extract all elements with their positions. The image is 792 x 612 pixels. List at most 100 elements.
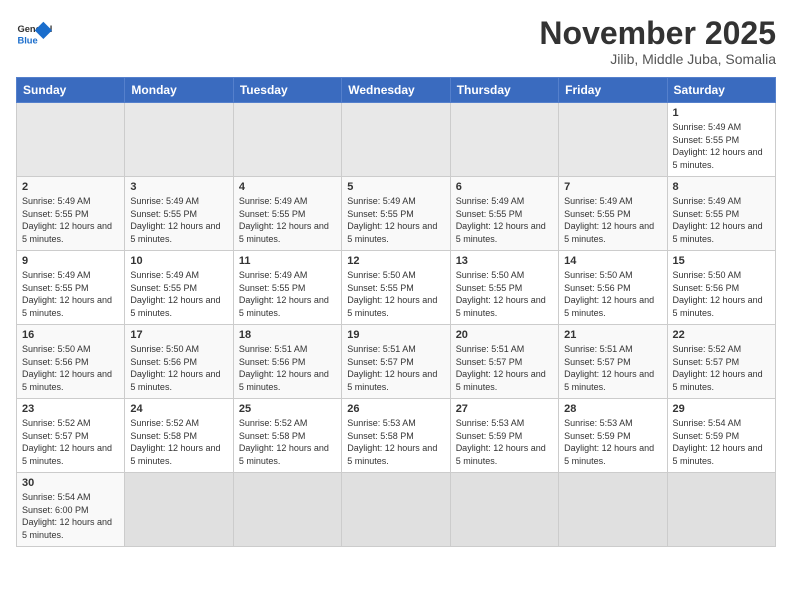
col-header-thursday: Thursday [450,78,558,103]
calendar-cell [342,103,450,177]
day-number: 30 [22,477,119,489]
day-number: 18 [239,329,336,341]
day-info: Sunrise: 5:53 AM Sunset: 5:59 PM Dayligh… [456,417,553,467]
col-header-saturday: Saturday [667,78,775,103]
calendar-header-row: SundayMondayTuesdayWednesdayThursdayFrid… [17,78,776,103]
day-number: 29 [673,403,770,415]
calendar-cell: 21Sunrise: 5:51 AM Sunset: 5:57 PM Dayli… [559,325,667,399]
day-number: 11 [239,255,336,267]
calendar-cell: 22Sunrise: 5:52 AM Sunset: 5:57 PM Dayli… [667,325,775,399]
calendar-cell [450,103,558,177]
svg-text:Blue: Blue [17,35,37,45]
calendar-cell: 7Sunrise: 5:49 AM Sunset: 5:55 PM Daylig… [559,177,667,251]
day-number: 9 [22,255,119,267]
calendar-week-row: 1Sunrise: 5:49 AM Sunset: 5:55 PM Daylig… [17,103,776,177]
calendar-cell: 13Sunrise: 5:50 AM Sunset: 5:55 PM Dayli… [450,251,558,325]
day-number: 10 [130,255,227,267]
day-info: Sunrise: 5:51 AM Sunset: 5:57 PM Dayligh… [456,343,553,393]
day-number: 3 [130,181,227,193]
calendar-cell: 18Sunrise: 5:51 AM Sunset: 5:56 PM Dayli… [233,325,341,399]
day-number: 5 [347,181,444,193]
calendar-cell: 9Sunrise: 5:49 AM Sunset: 5:55 PM Daylig… [17,251,125,325]
day-number: 17 [130,329,227,341]
calendar-week-row: 2 Sunrise: 5:49 AM Sunset: 5:55 PM Daylig… [17,177,776,251]
calendar-cell: 28 Sunrise: 5:53 AM Sunset: 5:59 PM Dayli… [559,399,667,473]
logo: General Blue [16,16,52,52]
calendar-cell: 6 Sunrise: 5:49 AM Sunset: 5:55 PM Daylig… [450,177,558,251]
calendar-subtitle: Jilib, Middle Juba, Somalia [539,51,776,67]
day-number: 6 [456,181,553,193]
day-info: Sunrise: 5:49 AM Sunset: 5:55 PM Dayligh… [22,195,119,245]
day-number: 24 [130,403,227,415]
day-number: 13 [456,255,553,267]
calendar-cell [559,103,667,177]
day-info: Sunrise: 5:54 AM Sunset: 6:00 PM Dayligh… [22,491,119,541]
calendar-cell: 17Sunrise: 5:50 AM Sunset: 5:56 PM Dayli… [125,325,233,399]
col-header-sunday: Sunday [17,78,125,103]
day-info: Sunrise: 5:49 AM Sunset: 5:55 PM Dayligh… [456,195,553,245]
page-header: General Blue November 2025 Jilib, Middle… [16,16,776,67]
day-number: 2 [22,181,119,193]
logo-icon: General Blue [16,16,52,52]
calendar-cell: 30 Sunrise: 5:54 AM Sunset: 6:00 PM Dayli… [17,473,125,547]
day-info: Sunrise: 5:50 AM Sunset: 5:55 PM Dayligh… [347,269,444,319]
calendar-cell: 12 Sunrise: 5:50 AM Sunset: 5:55 PM Dayli… [342,251,450,325]
day-info: Sunrise: 5:50 AM Sunset: 5:56 PM Dayligh… [564,269,661,319]
calendar-week-row: 9 Sunrise: 5:49 AM Sunset: 5:55 PM Daylig… [17,251,776,325]
calendar-cell [450,473,558,547]
calendar-cell: 4 Sunrise: 5:49 AM Sunset: 5:55 PM Daylig… [233,177,341,251]
day-number: 26 [347,403,444,415]
day-info: Sunrise: 5:50 AM Sunset: 5:56 PM Dayligh… [22,343,119,393]
day-number: 7 [564,181,661,193]
calendar-cell [233,473,341,547]
day-info: Sunrise: 5:50 AM Sunset: 5:56 PM Dayligh… [673,269,770,319]
calendar-cell: 23 Sunrise: 5:52 AM Sunset: 5:57 PM Dayli… [17,399,125,473]
calendar-week-row: 23 Sunrise: 5:52 AM Sunset: 5:57 PM Dayli… [17,399,776,473]
day-number: 12 [347,255,444,267]
day-number: 1 [673,107,770,119]
day-info: Sunrise: 5:49 AM Sunset: 5:55 PM Dayligh… [673,195,770,245]
calendar-cell [667,473,775,547]
day-info: Sunrise: 5:52 AM Sunset: 5:57 PM Dayligh… [673,343,770,393]
day-number: 19 [347,329,444,341]
day-info: Sunrise: 5:49 AM Sunset: 5:55 PM Dayligh… [239,269,336,319]
calendar-cell: 5Sunrise: 5:49 AM Sunset: 5:55 PM Daylig… [342,177,450,251]
calendar-cell: 25Sunrise: 5:52 AM Sunset: 5:58 PM Dayli… [233,399,341,473]
day-info: Sunrise: 5:49 AM Sunset: 5:55 PM Dayligh… [239,195,336,245]
day-info: Sunrise: 5:54 AM Sunset: 5:59 PM Dayligh… [673,417,770,467]
calendar-cell: 27 Sunrise: 5:53 AM Sunset: 5:59 PM Dayli… [450,399,558,473]
col-header-monday: Monday [125,78,233,103]
calendar-week-row: 30 Sunrise: 5:54 AM Sunset: 6:00 PM Dayli… [17,473,776,547]
calendar-cell [342,473,450,547]
calendar-cell [233,103,341,177]
calendar-cell: 20 Sunrise: 5:51 AM Sunset: 5:57 PM Dayli… [450,325,558,399]
day-number: 16 [22,329,119,341]
day-info: Sunrise: 5:52 AM Sunset: 5:58 PM Dayligh… [130,417,227,467]
calendar-cell: 3Sunrise: 5:49 AM Sunset: 5:55 PM Daylig… [125,177,233,251]
calendar-cell: 19Sunrise: 5:51 AM Sunset: 5:57 PM Dayli… [342,325,450,399]
calendar-cell [17,103,125,177]
calendar-cell: 29 Sunrise: 5:54 AM Sunset: 5:59 PM Dayli… [667,399,775,473]
col-header-tuesday: Tuesday [233,78,341,103]
day-number: 8 [673,181,770,193]
calendar-cell: 2 Sunrise: 5:49 AM Sunset: 5:55 PM Daylig… [17,177,125,251]
day-info: Sunrise: 5:52 AM Sunset: 5:57 PM Dayligh… [22,417,119,467]
calendar-week-row: 16 Sunrise: 5:50 AM Sunset: 5:56 PM Dayli… [17,325,776,399]
calendar-cell: 14Sunrise: 5:50 AM Sunset: 5:56 PM Dayli… [559,251,667,325]
calendar-cell [125,103,233,177]
day-number: 27 [456,403,553,415]
calendar-cell: 24 Sunrise: 5:52 AM Sunset: 5:58 PM Dayli… [125,399,233,473]
calendar-cell: 10Sunrise: 5:49 AM Sunset: 5:55 PM Dayli… [125,251,233,325]
day-number: 28 [564,403,661,415]
day-info: Sunrise: 5:53 AM Sunset: 5:59 PM Dayligh… [564,417,661,467]
day-number: 4 [239,181,336,193]
day-number: 23 [22,403,119,415]
calendar-cell [559,473,667,547]
day-number: 20 [456,329,553,341]
day-info: Sunrise: 5:51 AM Sunset: 5:57 PM Dayligh… [564,343,661,393]
day-number: 25 [239,403,336,415]
calendar-cell: 26 Sunrise: 5:53 AM Sunset: 5:58 PM Dayli… [342,399,450,473]
calendar-cell: 15Sunrise: 5:50 AM Sunset: 5:56 PM Dayli… [667,251,775,325]
calendar-table: SundayMondayTuesdayWednesdayThursdayFrid… [16,77,776,547]
day-info: Sunrise: 5:53 AM Sunset: 5:58 PM Dayligh… [347,417,444,467]
